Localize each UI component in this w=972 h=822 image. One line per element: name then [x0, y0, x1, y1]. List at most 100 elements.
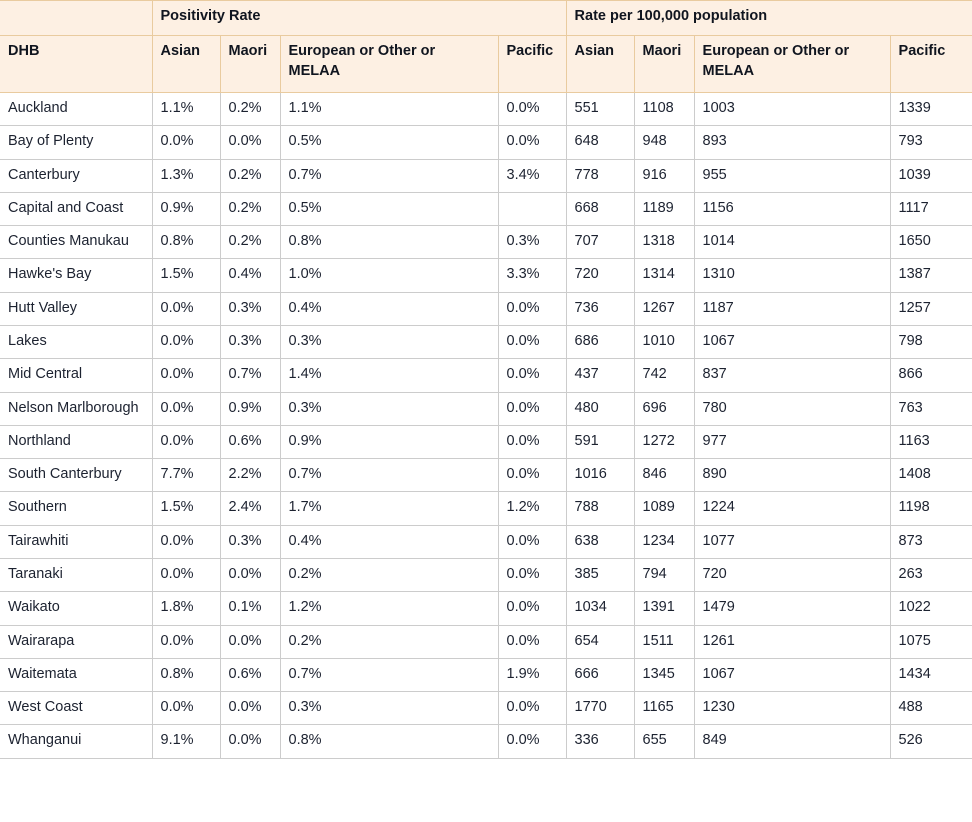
cell-dhb: Counties Manukau [0, 225, 153, 260]
cell-positivity-european-other-melaa: 1.7% [279, 491, 499, 526]
cell-rate-pacific: 526 [889, 724, 972, 759]
column-header-positivity-maori[interactable]: Maori [219, 35, 281, 93]
dhb-positivity-rate-table: Positivity Rate Rate per 100,000 populat… [0, 0, 972, 759]
table-row: Hawke's Bay 1.5% 0.4% 1.0% 3.3% 720 1314 1310 13… [0, 258, 972, 293]
cell-positivity-maori: 0.1% [219, 591, 281, 626]
cell-rate-asian: 1034 [565, 591, 635, 626]
cell-rate-pacific: 873 [889, 524, 972, 559]
column-header-positivity-asian[interactable]: Asian [151, 35, 221, 93]
column-header-rate-european-other-melaa[interactable]: European or Other or MELAA [693, 35, 891, 93]
cell-dhb: Auckland [0, 91, 153, 127]
table-head: Positivity Rate Rate per 100,000 populat… [0, 0, 972, 93]
column-header-rate-maori[interactable]: Maori [633, 35, 695, 93]
cell-rate-asian: 666 [565, 657, 635, 693]
cell-positivity-european-other-melaa: 0.7% [279, 158, 499, 193]
cell-positivity-european-other-melaa: 0.8% [279, 724, 499, 759]
cell-positivity-pacific: 0.0% [497, 291, 567, 326]
table-row: Lakes 0.0% 0.3% 0.3% 0.0% 686 1010 1067 798 [0, 324, 972, 360]
table-row: Whanganui 9.1% 0.0% 0.8% 0.0% 336 655 849 526 [0, 724, 972, 759]
cell-positivity-asian: 0.0% [151, 424, 221, 460]
cell-positivity-european-other-melaa: 0.4% [279, 524, 499, 559]
cell-rate-pacific: 1022 [889, 591, 972, 626]
column-header-rate-asian[interactable]: Asian [565, 35, 635, 93]
cell-dhb: Southern [0, 491, 153, 526]
table-row: Auckland 1.1% 0.2% 1.1% 0.0% 551 1108 1003 1339 [0, 91, 972, 127]
cell-rate-european-other-melaa: 1003 [693, 91, 891, 127]
cell-positivity-asian: 1.3% [151, 158, 221, 193]
cell-rate-pacific: 1339 [889, 91, 972, 127]
cell-rate-european-other-melaa: 1261 [693, 624, 891, 659]
cell-rate-asian: 591 [565, 424, 635, 460]
cell-rate-european-other-melaa: 1067 [693, 324, 891, 360]
cell-positivity-pacific: 3.3% [497, 258, 567, 293]
cell-rate-maori: 655 [633, 724, 695, 759]
cell-rate-pacific: 793 [889, 125, 972, 160]
cell-positivity-maori: 0.3% [219, 291, 281, 326]
cell-positivity-asian: 1.5% [151, 258, 221, 293]
cell-positivity-pacific: 0.0% [497, 125, 567, 160]
cell-positivity-pacific: 0.0% [497, 591, 567, 626]
cell-rate-pacific: 1257 [889, 291, 972, 326]
cell-rate-maori: 794 [633, 557, 695, 593]
cell-positivity-asian: 0.0% [151, 691, 221, 726]
cell-rate-asian: 385 [565, 557, 635, 593]
group-header-positivity-rate: Positivity Rate [151, 0, 567, 36]
cell-positivity-european-other-melaa: 0.7% [279, 458, 499, 493]
cell-positivity-european-other-melaa: 0.4% [279, 291, 499, 326]
cell-rate-european-other-melaa: 1156 [693, 191, 891, 227]
column-header-positivity-european-other-melaa[interactable]: European or Other or MELAA [279, 35, 499, 93]
cell-rate-maori: 696 [633, 391, 695, 426]
cell-rate-european-other-melaa: 1077 [693, 524, 891, 559]
cell-positivity-european-other-melaa: 1.0% [279, 258, 499, 293]
cell-positivity-asian: 1.5% [151, 491, 221, 526]
cell-rate-european-other-melaa: 1230 [693, 691, 891, 726]
cell-positivity-pacific: 0.0% [497, 358, 567, 393]
cell-positivity-pacific: 0.0% [497, 324, 567, 360]
table-row: Canterbury 1.3% 0.2% 0.7% 3.4% 778 916 955 1039 [0, 158, 972, 193]
cell-dhb: Bay of Plenty [0, 125, 153, 160]
cell-positivity-asian: 1.1% [151, 91, 221, 127]
cell-positivity-asian: 0.0% [151, 624, 221, 659]
table-row: West Coast 0.0% 0.0% 0.3% 0.0% 1770 1165 1230 48… [0, 691, 972, 726]
cell-positivity-maori: 0.0% [219, 557, 281, 593]
cell-rate-european-other-melaa: 780 [693, 391, 891, 426]
cell-positivity-maori: 2.2% [219, 458, 281, 493]
cell-rate-maori: 1272 [633, 424, 695, 460]
cell-positivity-asian: 0.0% [151, 125, 221, 160]
cell-rate-asian: 707 [565, 225, 635, 260]
table-row: Waitemata 0.8% 0.6% 0.7% 1.9% 666 1345 1067 1434 [0, 657, 972, 693]
cell-dhb: South Canterbury [0, 458, 153, 493]
cell-positivity-asian: 0.9% [151, 191, 221, 227]
cell-dhb: Canterbury [0, 158, 153, 193]
column-header-dhb[interactable]: DHB [0, 35, 153, 93]
cell-positivity-maori: 0.7% [219, 358, 281, 393]
column-header-positivity-pacific[interactable]: Pacific [497, 35, 567, 93]
cell-positivity-maori: 0.6% [219, 424, 281, 460]
cell-positivity-pacific: 3.4% [497, 158, 567, 193]
cell-rate-maori: 1391 [633, 591, 695, 626]
cell-rate-pacific: 1198 [889, 491, 972, 526]
cell-positivity-asian: 0.0% [151, 391, 221, 426]
cell-positivity-european-other-melaa: 0.2% [279, 624, 499, 659]
cell-rate-maori: 1089 [633, 491, 695, 526]
cell-rate-european-other-melaa: 1479 [693, 591, 891, 626]
cell-rate-maori: 1108 [633, 91, 695, 127]
cell-positivity-european-other-melaa: 0.7% [279, 657, 499, 693]
table-row: Southern 1.5% 2.4% 1.7% 1.2% 788 1089 1224 1198 [0, 491, 972, 526]
cell-positivity-maori: 0.3% [219, 324, 281, 360]
cell-positivity-european-other-melaa: 1.2% [279, 591, 499, 626]
cell-positivity-european-other-melaa: 0.8% [279, 225, 499, 260]
cell-positivity-maori: 0.3% [219, 524, 281, 559]
cell-dhb: Tairawhiti [0, 524, 153, 559]
cell-positivity-pacific: 0.3% [497, 225, 567, 260]
cell-positivity-asian: 0.0% [151, 557, 221, 593]
cell-positivity-pacific: 0.0% [497, 624, 567, 659]
column-header-rate-pacific[interactable]: Pacific [889, 35, 972, 93]
cell-dhb: West Coast [0, 691, 153, 726]
cell-positivity-european-other-melaa: 1.4% [279, 358, 499, 393]
cell-dhb: Waitemata [0, 657, 153, 693]
cell-rate-asian: 437 [565, 358, 635, 393]
cell-rate-asian: 638 [565, 524, 635, 559]
cell-rate-asian: 480 [565, 391, 635, 426]
cell-rate-european-other-melaa: 837 [693, 358, 891, 393]
